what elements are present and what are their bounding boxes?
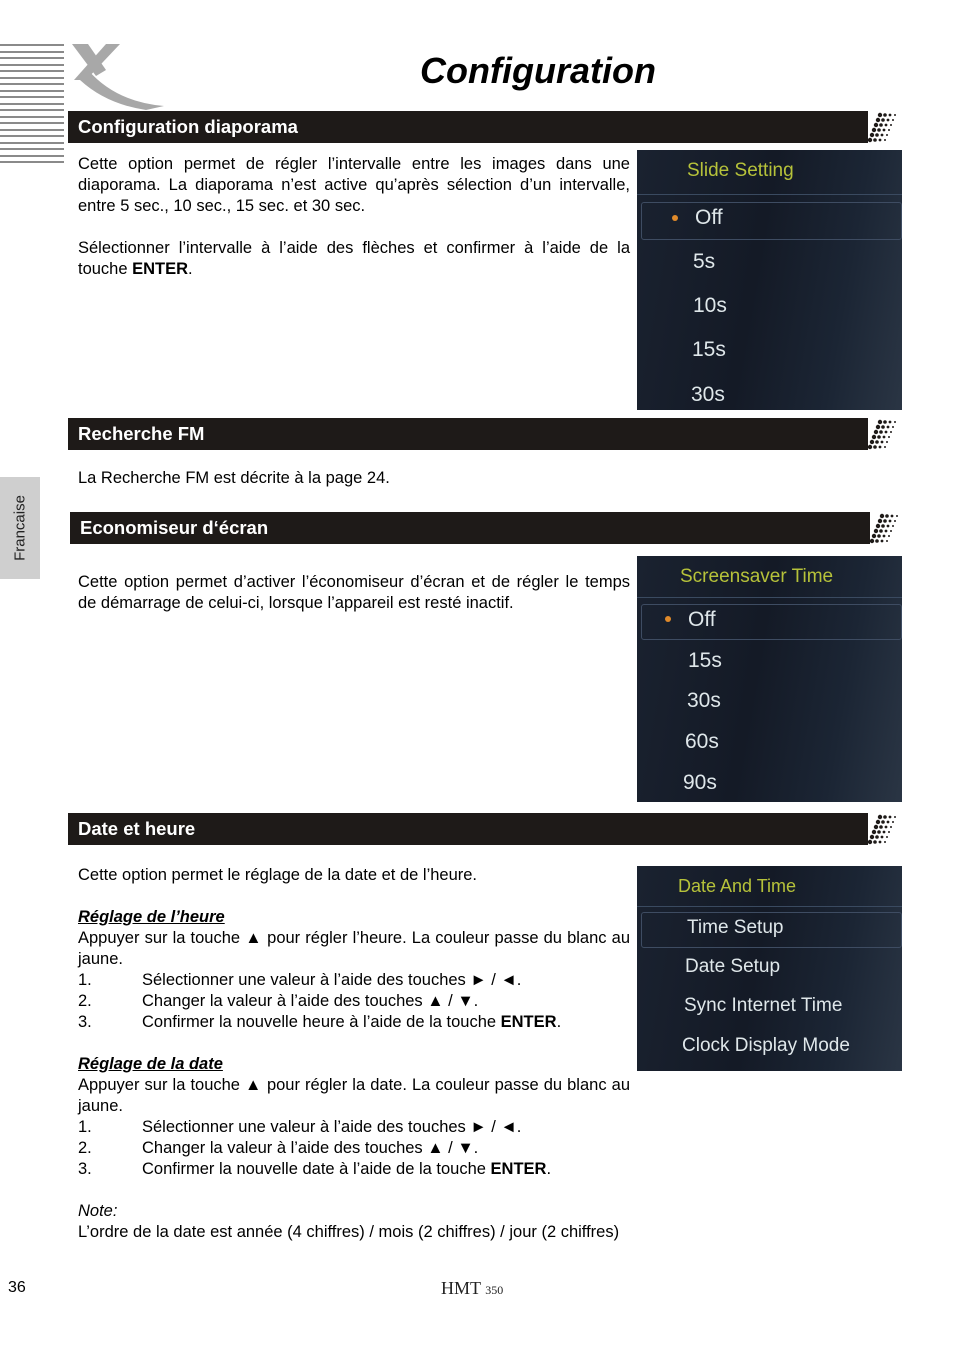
step-number: 3. bbox=[78, 1160, 92, 1178]
section-heading: Economiseur d‘écran bbox=[80, 517, 269, 538]
enter-key-label: ENTER bbox=[500, 1013, 557, 1031]
step-text-main: Confirmer la nouvelle heure à l’aide de … bbox=[142, 1013, 501, 1031]
step-text: Sélectionner une valeur à l’aide des tou… bbox=[142, 1118, 522, 1136]
recherche-fm-description: La Recherche FM est décrite à la page 24… bbox=[78, 468, 630, 489]
screen-title: Screensaver Time bbox=[680, 566, 834, 587]
divider bbox=[637, 194, 902, 195]
step-number: 2. bbox=[78, 1139, 92, 1157]
option-off[interactable]: Off bbox=[695, 206, 723, 230]
option-30s[interactable]: 30s bbox=[687, 689, 721, 713]
list-item: 2. Changer la valeur à l’aide des touches… bbox=[78, 991, 630, 1012]
option-15s[interactable]: 15s bbox=[692, 338, 726, 362]
option-date-setup[interactable]: Date Setup bbox=[685, 956, 780, 978]
list-item: 1. Sélectionner une valeur à l’aide des t… bbox=[78, 1117, 630, 1138]
paragraph: Sélectionner l’intervalle à l’aide des f… bbox=[78, 239, 630, 278]
step-text-main: Confirmer la nouvelle date à l’aide de l… bbox=[142, 1160, 491, 1178]
step-number: 2. bbox=[78, 992, 92, 1010]
language-side-tab: Francaise bbox=[0, 477, 40, 579]
option-10s[interactable]: 10s bbox=[693, 294, 727, 318]
date-heure-description: Cette option permet le réglage de la dat… bbox=[78, 865, 630, 1243]
step-text: Confirmer la nouvelle heure à l’aide de … bbox=[142, 1012, 561, 1033]
selected-bullet-icon bbox=[665, 616, 671, 622]
model-number: 350 bbox=[485, 1283, 504, 1297]
option-60s[interactable]: 60s bbox=[685, 730, 719, 754]
enter-key-label: ENTER bbox=[132, 260, 189, 278]
list-item: 3. Confirmer la nouvelle date à l’aide de… bbox=[78, 1159, 630, 1180]
screen-title: Date And Time bbox=[678, 876, 797, 896]
time-subheading: Réglage de l’heure bbox=[78, 908, 225, 926]
step-text-end: . bbox=[556, 1013, 562, 1031]
option-time-setup[interactable]: Time Setup bbox=[687, 917, 783, 939]
selected-row-highlight bbox=[641, 202, 902, 240]
halftone-dots-decoration bbox=[867, 112, 896, 143]
section-header-economiseur: Economiseur d‘écran bbox=[70, 512, 898, 544]
step-text: Changer la valeur à l’aide des touches ▲… bbox=[142, 992, 479, 1010]
screen-title: Slide Setting bbox=[687, 160, 794, 181]
date-subheading: Réglage de la date bbox=[78, 1055, 223, 1073]
note-text: L’ordre de la date est année (4 chiffres… bbox=[78, 1223, 620, 1241]
model-brand: HMT bbox=[441, 1278, 481, 1298]
intro-paragraph: Cette option permet le réglage de la dat… bbox=[78, 866, 478, 884]
step-number: 1. bbox=[78, 971, 92, 989]
option-sync-internet-time[interactable]: Sync Internet Time bbox=[684, 995, 842, 1017]
halftone-dots-decoration bbox=[869, 513, 898, 544]
section-heading: Recherche FM bbox=[78, 423, 205, 444]
halftone-dots-decoration bbox=[867, 814, 896, 845]
option-30s[interactable]: 30s bbox=[691, 383, 725, 407]
option-off[interactable]: Off bbox=[688, 608, 716, 632]
list-item: 2. Changer la valeur à l’aide des touches… bbox=[78, 1138, 630, 1159]
option-15s[interactable]: 15s bbox=[688, 649, 722, 673]
step-number: 1. bbox=[78, 1118, 92, 1136]
step-text: Confirmer la nouvelle date à l’aide de l… bbox=[142, 1159, 551, 1180]
page-number: 36 bbox=[8, 1279, 26, 1296]
paragraph: Cette option permet d’activer l’économis… bbox=[78, 573, 630, 612]
enter-key-label: ENTER bbox=[490, 1160, 547, 1178]
screensaver-time-screen: Screensaver Time Off 15s 30s 60s 90s bbox=[637, 556, 902, 802]
step-number: 3. bbox=[78, 1013, 92, 1031]
date-instructions: Appuyer sur la touche ▲ pour régler la d… bbox=[78, 1076, 630, 1115]
paragraph: La Recherche FM est décrite à la page 24… bbox=[78, 469, 390, 487]
section-header-date-heure: Date et heure bbox=[68, 813, 896, 845]
selected-bullet-icon bbox=[672, 215, 678, 221]
slide-setting-screen: Slide Setting Off 5s 10s 15s 30s bbox=[637, 150, 902, 410]
divider bbox=[637, 906, 902, 907]
divider bbox=[637, 597, 902, 598]
diaporama-description: Cette option permet de régler l’interval… bbox=[78, 154, 630, 280]
list-item: 1. Sélectionner une valeur à l’aide des t… bbox=[78, 970, 630, 991]
decorative-stripes bbox=[0, 44, 64, 172]
x-brand-logo-icon bbox=[72, 44, 164, 110]
step-text: Sélectionner une valeur à l’aide des tou… bbox=[142, 971, 522, 989]
language-label: Francaise bbox=[11, 495, 29, 561]
model-name: HMT 350 bbox=[441, 1278, 503, 1299]
step-text-end: . bbox=[546, 1160, 552, 1178]
selected-row-highlight bbox=[641, 604, 902, 640]
economiseur-description: Cette option permet d’activer l’économis… bbox=[78, 572, 630, 614]
paragraph: Cette option permet de régler l’interval… bbox=[78, 155, 630, 215]
halftone-dots-decoration bbox=[867, 419, 896, 450]
option-5s[interactable]: 5s bbox=[693, 250, 715, 274]
section-heading: Date et heure bbox=[78, 818, 196, 839]
date-and-time-screen: Date And Time Time Setup Date Setup Sync… bbox=[637, 866, 902, 1071]
note-label: Note: bbox=[78, 1202, 118, 1220]
option-clock-display-mode[interactable]: Clock Display Mode bbox=[682, 1035, 850, 1057]
option-90s[interactable]: 90s bbox=[683, 771, 717, 795]
section-header-diaporama: Configuration diaporama bbox=[68, 111, 896, 143]
section-header-recherche-fm: Recherche FM bbox=[68, 418, 896, 450]
step-text: Changer la valeur à l’aide des touches ▲… bbox=[142, 1139, 479, 1157]
time-instructions: Appuyer sur la touche ▲ pour régler l’he… bbox=[78, 929, 630, 968]
list-item: 3. Confirmer la nouvelle heure à l’aide d… bbox=[78, 1012, 630, 1033]
page-title: Configuration bbox=[420, 50, 656, 91]
section-heading: Configuration diaporama bbox=[78, 116, 298, 137]
